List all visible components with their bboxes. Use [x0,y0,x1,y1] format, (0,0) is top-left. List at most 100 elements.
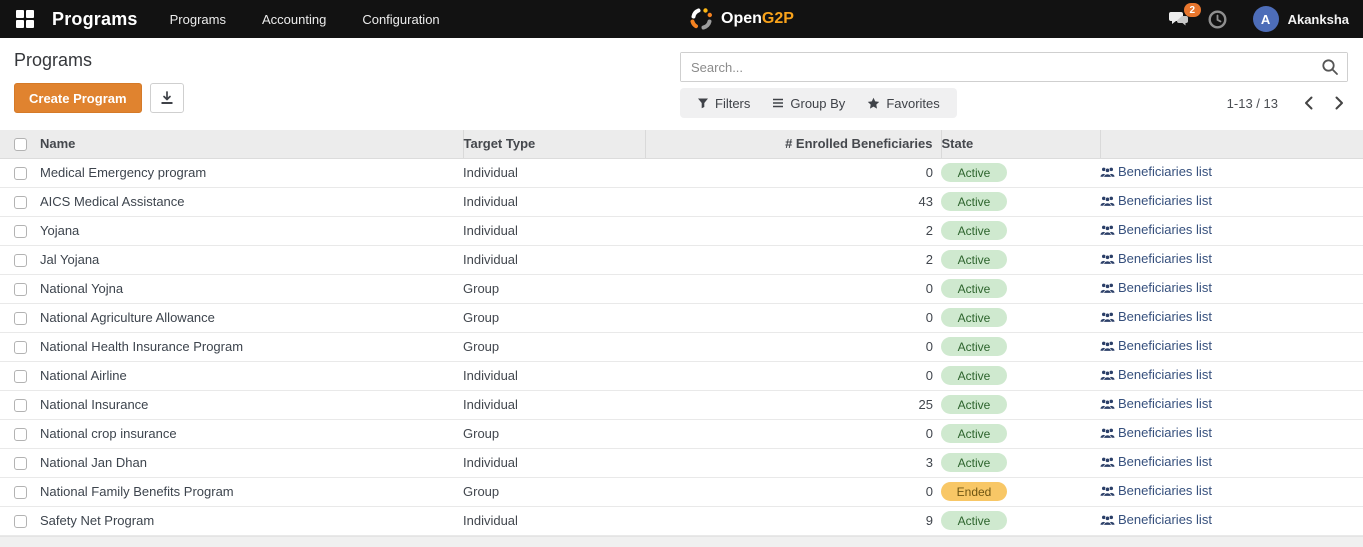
column-header-state[interactable]: State [941,130,1100,158]
table-row[interactable]: National Health Insurance Program Group … [0,332,1363,361]
beneficiaries-list-link[interactable]: Beneficiaries list [1100,251,1212,266]
beneficiaries-list-link[interactable]: Beneficiaries list [1100,425,1212,440]
filters-button[interactable]: Filters [686,88,761,118]
state-badge: Active [941,192,1007,211]
table-row[interactable]: National Yojna Group 0 Active Beneficiar… [0,274,1363,303]
row-checkbox[interactable] [14,341,27,354]
menu-item-accounting[interactable]: Accounting [262,8,326,31]
beneficiaries-list-label: Beneficiaries list [1118,280,1212,295]
cell-enrolled-count: 0 [645,303,941,332]
select-all-checkbox[interactable] [14,138,27,151]
row-checkbox[interactable] [14,283,27,296]
row-checkbox[interactable] [14,167,27,180]
beneficiaries-list-link[interactable]: Beneficiaries list [1100,338,1212,353]
user-menu[interactable]: A Akanksha [1253,6,1349,32]
cell-program-name: Medical Emergency program [40,158,463,187]
filter-button-label: Filters [715,96,750,111]
row-checkbox[interactable] [14,515,27,528]
cell-target-type: Individual [463,506,645,535]
users-icon [1100,485,1115,497]
table-row[interactable]: Safety Net Program Individual 9 Active B… [0,506,1363,535]
apps-icon[interactable] [14,8,36,30]
cell-program-name: National Yojna [40,274,463,303]
users-icon [1100,311,1115,323]
table-row[interactable]: National Insurance Individual 25 Active … [0,390,1363,419]
cell-target-type: Individual [463,390,645,419]
table-row[interactable]: Jal Yojana Individual 2 Active Beneficia… [0,245,1363,274]
cell-target-type: Group [463,419,645,448]
beneficiaries-list-link[interactable]: Beneficiaries list [1100,309,1212,324]
beneficiaries-list-link[interactable]: Beneficiaries list [1100,483,1212,498]
table-row[interactable]: AICS Medical Assistance Individual 43 Ac… [0,187,1363,216]
beneficiaries-list-link[interactable]: Beneficiaries list [1100,164,1212,179]
cell-program-name: National Insurance [40,390,463,419]
beneficiaries-list-label: Beneficiaries list [1118,164,1212,179]
create-program-button[interactable]: Create Program [14,83,142,113]
beneficiaries-list-label: Beneficiaries list [1118,454,1212,469]
cell-program-name: Jal Yojana [40,245,463,274]
beneficiaries-list-label: Beneficiaries list [1118,338,1212,353]
table-row[interactable]: National crop insurance Group 0 Active B… [0,419,1363,448]
app-title: Programs [52,9,138,30]
users-icon [1100,456,1115,468]
cell-program-name: National Health Insurance Program [40,332,463,361]
activities-icon[interactable] [1208,10,1227,29]
row-checkbox[interactable] [14,370,27,383]
beneficiaries-list-link[interactable]: Beneficiaries list [1100,512,1212,527]
table-row[interactable]: National Agriculture Allowance Group 0 A… [0,303,1363,332]
beneficiaries-list-label: Beneficiaries list [1118,309,1212,324]
messages-icon[interactable]: 2 [1168,10,1190,28]
row-checkbox[interactable] [14,457,27,470]
state-badge: Active [941,308,1007,327]
beneficiaries-list-link[interactable]: Beneficiaries list [1100,280,1212,295]
state-badge: Active [941,250,1007,269]
users-icon [1100,369,1115,381]
users-icon [1100,224,1115,236]
search-icon[interactable] [1321,58,1339,81]
logo-text-open: Open [721,10,762,27]
menu-item-programs[interactable]: Programs [170,8,226,31]
column-header-name[interactable]: Name [40,130,463,158]
cell-program-name: AICS Medical Assistance [40,187,463,216]
state-badge: Active [941,163,1007,182]
beneficiaries-list-link[interactable]: Beneficiaries list [1100,367,1212,382]
users-icon [1100,195,1115,207]
row-checkbox[interactable] [14,312,27,325]
cell-enrolled-count: 0 [645,419,941,448]
group-by-button[interactable]: Group By [761,88,856,118]
table-row[interactable]: National Airline Individual 0 Active Ben… [0,361,1363,390]
table-row[interactable]: National Family Benefits Program Group 0… [0,477,1363,506]
table-row[interactable]: National Jan Dhan Individual 3 Active Be… [0,448,1363,477]
row-checkbox[interactable] [14,486,27,499]
beneficiaries-list-label: Beneficiaries list [1118,425,1212,440]
table-row[interactable]: Yojana Individual 2 Active Beneficiaries… [0,216,1363,245]
row-checkbox[interactable] [14,225,27,238]
export-button[interactable] [150,83,184,113]
beneficiaries-list-link[interactable]: Beneficiaries list [1100,222,1212,237]
top-navbar: Programs Programs Accounting Configuration… [0,0,1363,38]
chevron-right-icon[interactable] [1331,94,1348,112]
state-badge: Active [941,279,1007,298]
beneficiaries-list-link[interactable]: Beneficiaries list [1100,454,1212,469]
users-icon [1100,166,1115,178]
favorites-button[interactable]: Favorites [856,88,950,118]
menu-item-configuration[interactable]: Configuration [362,8,439,31]
row-checkbox[interactable] [14,196,27,209]
cell-program-name: National Airline [40,361,463,390]
beneficiaries-list-link[interactable]: Beneficiaries list [1100,193,1212,208]
row-checkbox[interactable] [14,428,27,441]
table-header-row: Name Target Type # Enrolled Beneficiarie… [0,130,1363,158]
chevron-left-icon[interactable] [1300,94,1317,112]
row-checkbox[interactable] [14,254,27,267]
beneficiaries-list-link[interactable]: Beneficiaries list [1100,396,1212,411]
column-header-enrolled[interactable]: # Enrolled Beneficiaries [645,130,941,158]
search-input[interactable] [681,53,1347,81]
cell-target-type: Group [463,477,645,506]
users-icon [1100,253,1115,265]
filter-button-label: Favorites [886,96,939,111]
row-checkbox[interactable] [14,399,27,412]
filter-button-label: Group By [790,96,845,111]
table-row[interactable]: Medical Emergency program Individual 0 A… [0,158,1363,187]
beneficiaries-list-label: Beneficiaries list [1118,367,1212,382]
column-header-target-type[interactable]: Target Type [463,130,645,158]
